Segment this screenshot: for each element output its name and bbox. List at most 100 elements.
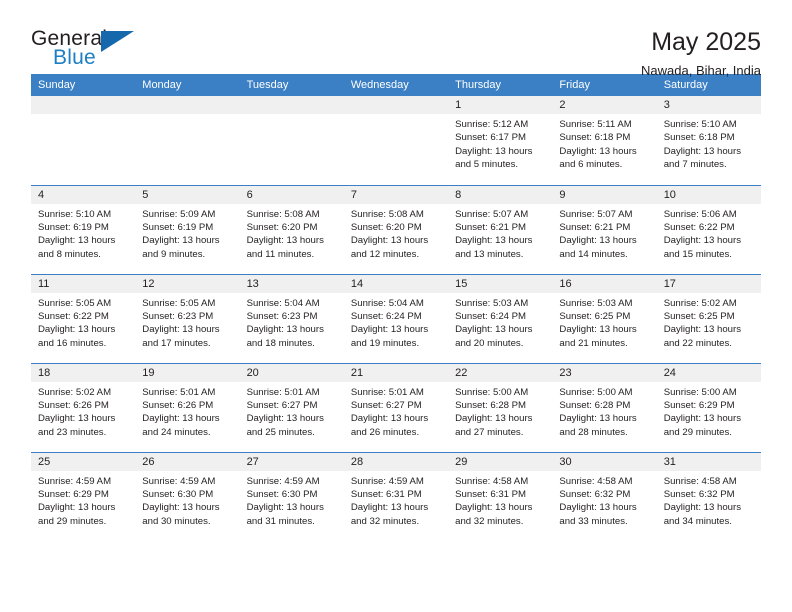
sunrise-text: Sunrise: 5:04 AM xyxy=(246,297,320,309)
calendar-day-cell[interactable]: 16 Sunrise: 5:03 AM Sunset: 6:25 PM Dayligh… xyxy=(552,273,657,363)
sunrise-text: Sunrise: 5:00 AM xyxy=(455,386,529,398)
calendar-day-cell[interactable]: 20 Sunrise: 5:01 AM Sunset: 6:27 PM Dayligh… xyxy=(239,362,344,452)
calendar-day-cell[interactable]: 19 Sunrise: 5:01 AM Sunset: 6:26 PM Dayligh… xyxy=(135,362,240,452)
calendar-day-cell[interactable]: 7 Sunrise: 5:08 AM Sunset: 6:20 PM Daylight… xyxy=(343,184,449,274)
day-details: Sunrise: 5:06 AM Sunset: 6:22 PM Daylight:… xyxy=(657,204,761,262)
calendar-cell-inner: 19 Sunrise: 5:01 AM Sunset: 6:26 PM Dayligh… xyxy=(135,363,240,452)
triangle-flag-icon xyxy=(101,31,134,52)
daylight-text-line2: and 34 minutes. xyxy=(663,515,732,527)
calendar-cell-inner: 20 Sunrise: 5:01 AM Sunset: 6:27 PM Dayligh… xyxy=(239,363,344,452)
sunrise-text: Sunrise: 5:06 AM xyxy=(663,208,737,220)
daylight-text-line2: and 32 minutes. xyxy=(350,515,420,527)
daylight-text-line2: and 21 minutes. xyxy=(559,337,628,349)
sunrise-text: Sunrise: 4:58 AM xyxy=(663,475,737,487)
daylight-text-line2: and 28 minutes. xyxy=(559,426,628,438)
calendar-day-cell[interactable]: 15 Sunrise: 5:03 AM Sunset: 6:24 PM Dayligh… xyxy=(448,273,553,363)
sunset-text: Sunset: 6:30 PM xyxy=(246,488,318,500)
day-details: Sunrise: 5:07 AM Sunset: 6:21 PM Daylight:… xyxy=(448,204,552,262)
page-title: May 2025 xyxy=(651,28,761,56)
calendar-day-cell[interactable]: 6 Sunrise: 5:08 AM Sunset: 6:20 PM Daylight… xyxy=(239,184,344,274)
calendar-day-cell[interactable]: 27 Sunrise: 4:59 AM Sunset: 6:30 PM Dayligh… xyxy=(239,451,344,541)
sunrise-text: Sunrise: 5:01 AM xyxy=(246,386,320,398)
sunset-text: Sunset: 6:18 PM xyxy=(663,132,735,144)
sunrise-text: Sunrise: 4:58 AM xyxy=(455,475,529,487)
sunset-text: Sunset: 6:18 PM xyxy=(559,132,631,144)
day-number: 1 xyxy=(448,96,553,114)
day-details: Sunrise: 5:04 AM Sunset: 6:23 PM Daylight:… xyxy=(240,293,344,351)
calendar-day-cell[interactable]: 1 Sunrise: 5:12 AM Sunset: 6:17 PM Daylight… xyxy=(448,96,553,185)
sunrise-text: Sunrise: 5:02 AM xyxy=(38,386,112,398)
calendar-day-cell[interactable]: 23 Sunrise: 5:00 AM Sunset: 6:28 PM Dayligh… xyxy=(552,362,657,452)
calendar-day-cell[interactable]: 31 Sunrise: 4:58 AM Sunset: 6:32 PM Dayligh… xyxy=(656,451,761,541)
daylight-text-line1: Daylight: 13 hours xyxy=(455,235,533,247)
daylight-text-line1: Daylight: 13 hours xyxy=(455,145,533,157)
calendar-day-cell[interactable]: 2 Sunrise: 5:11 AM Sunset: 6:18 PM Daylight… xyxy=(552,96,657,185)
calendar-day-cell[interactable]: 24 Sunrise: 5:00 AM Sunset: 6:29 PM Dayligh… xyxy=(656,362,761,452)
daylight-text-line1: Daylight: 13 hours xyxy=(246,413,324,425)
sunset-text: Sunset: 6:30 PM xyxy=(142,488,214,500)
calendar-day-cell[interactable]: 18 Sunrise: 5:02 AM Sunset: 6:26 PM Dayligh… xyxy=(31,362,136,452)
day-details: Sunrise: 5:11 AM Sunset: 6:18 PM Daylight:… xyxy=(552,114,656,172)
day-number: 17 xyxy=(656,274,761,293)
calendar-day-cell[interactable]: 26 Sunrise: 4:59 AM Sunset: 6:30 PM Dayligh… xyxy=(135,451,240,541)
calendar-day-cell[interactable]: 12 Sunrise: 5:05 AM Sunset: 6:23 PM Dayligh… xyxy=(135,273,240,363)
day-details: Sunrise: 5:05 AM Sunset: 6:22 PM Daylight:… xyxy=(31,293,135,351)
daylight-text-line2: and 19 minutes. xyxy=(350,337,420,349)
day-number: 6 xyxy=(239,185,344,204)
calendar-day-cell[interactable]: 9 Sunrise: 5:07 AM Sunset: 6:21 PM Daylight… xyxy=(552,184,657,274)
day-number: 3 xyxy=(656,96,761,114)
calendar-day-cell[interactable]: 30 Sunrise: 4:58 AM Sunset: 6:32 PM Dayligh… xyxy=(552,451,657,541)
calendar-week-row: 18 Sunrise: 5:02 AM Sunset: 6:26 PM Dayligh… xyxy=(31,362,761,452)
calendar-day-cell[interactable]: 25 Sunrise: 4:59 AM Sunset: 6:29 PM Dayligh… xyxy=(31,451,136,541)
calendar-day-cell[interactable]: 21 Sunrise: 5:01 AM Sunset: 6:27 PM Dayligh… xyxy=(343,362,449,452)
calendar-cell-inner: 17 Sunrise: 5:02 AM Sunset: 6:25 PM Dayligh… xyxy=(656,274,761,363)
day-number xyxy=(343,96,449,114)
daylight-text-line1: Daylight: 13 hours xyxy=(559,502,637,514)
daylight-text-line1: Daylight: 13 hours xyxy=(246,324,324,336)
brand-logo[interactable]: General Blue xyxy=(31,28,141,76)
sunrise-text: Sunrise: 5:03 AM xyxy=(559,297,633,309)
daylight-text-line1: Daylight: 13 hours xyxy=(455,413,533,425)
calendar-day-cell[interactable]: 14 Sunrise: 5:04 AM Sunset: 6:24 PM Dayligh… xyxy=(343,273,449,363)
daylight-text-line1: Daylight: 13 hours xyxy=(663,324,742,336)
calendar-day-cell[interactable]: 4 Sunrise: 5:10 AM Sunset: 6:19 PM Daylight… xyxy=(31,184,136,274)
daylight-text-line2: and 31 minutes. xyxy=(246,515,315,527)
sunset-text: Sunset: 6:19 PM xyxy=(142,221,214,233)
calendar-day-cell[interactable]: 5 Sunrise: 5:09 AM Sunset: 6:19 PM Daylight… xyxy=(135,184,240,274)
daylight-text-line1: Daylight: 13 hours xyxy=(350,413,429,425)
daylight-text-line1: Daylight: 13 hours xyxy=(38,413,116,425)
calendar-day-cell[interactable]: 3 Sunrise: 5:10 AM Sunset: 6:18 PM Daylight… xyxy=(656,96,761,185)
calendar-day-cell[interactable]: 28 Sunrise: 4:59 AM Sunset: 6:31 PM Dayligh… xyxy=(343,451,449,541)
day-details: Sunrise: 5:02 AM Sunset: 6:26 PM Daylight:… xyxy=(31,382,135,440)
calendar-day-cell[interactable]: 29 Sunrise: 4:58 AM Sunset: 6:31 PM Dayligh… xyxy=(448,451,553,541)
calendar-day-cell[interactable]: 13 Sunrise: 5:04 AM Sunset: 6:23 PM Dayligh… xyxy=(239,273,344,363)
daylight-text-line2: and 11 minutes. xyxy=(246,248,315,260)
day-details: Sunrise: 5:03 AM Sunset: 6:25 PM Daylight:… xyxy=(552,293,656,351)
daylight-text-line1: Daylight: 13 hours xyxy=(559,324,637,336)
sunset-text: Sunset: 6:31 PM xyxy=(455,488,527,500)
calendar-cell-inner: 3 Sunrise: 5:10 AM Sunset: 6:18 PM Daylight… xyxy=(656,96,761,185)
calendar-cell-inner: 9 Sunrise: 5:07 AM Sunset: 6:21 PM Daylight… xyxy=(552,185,657,274)
day-number: 19 xyxy=(135,363,240,382)
calendar-cell-inner: 13 Sunrise: 5:04 AM Sunset: 6:23 PM Dayligh… xyxy=(239,274,344,363)
sunrise-text: Sunrise: 5:07 AM xyxy=(455,208,529,220)
sunset-text: Sunset: 6:27 PM xyxy=(246,399,318,411)
day-details: Sunrise: 5:01 AM Sunset: 6:27 PM Daylight:… xyxy=(240,382,344,440)
daylight-text-line1: Daylight: 13 hours xyxy=(455,324,533,336)
calendar-day-cell[interactable]: 22 Sunrise: 5:00 AM Sunset: 6:28 PM Dayligh… xyxy=(448,362,553,452)
daylight-text-line1: Daylight: 13 hours xyxy=(663,413,742,425)
calendar-cell-empty xyxy=(135,96,240,185)
day-number xyxy=(135,96,240,114)
day-number: 25 xyxy=(31,452,136,471)
daylight-text-line2: and 27 minutes. xyxy=(455,426,524,438)
calendar-day-cell[interactable]: 8 Sunrise: 5:07 AM Sunset: 6:21 PM Daylight… xyxy=(448,184,553,274)
daylight-text-line2: and 32 minutes. xyxy=(455,515,524,527)
day-number: 30 xyxy=(552,452,657,471)
sunrise-text: Sunrise: 5:11 AM xyxy=(559,119,632,130)
calendar-cell-empty xyxy=(31,96,136,185)
calendar-day-cell[interactable]: 11 Sunrise: 5:05 AM Sunset: 6:22 PM Dayligh… xyxy=(31,273,136,363)
sunrise-text: Sunrise: 5:10 AM xyxy=(663,119,737,130)
calendar-day-cell[interactable]: 17 Sunrise: 5:02 AM Sunset: 6:25 PM Dayligh… xyxy=(656,273,761,363)
calendar-day-cell[interactable]: 10 Sunrise: 5:06 AM Sunset: 6:22 PM Dayligh… xyxy=(656,184,761,274)
day-details: Sunrise: 4:59 AM Sunset: 6:30 PM Daylight:… xyxy=(240,471,344,529)
